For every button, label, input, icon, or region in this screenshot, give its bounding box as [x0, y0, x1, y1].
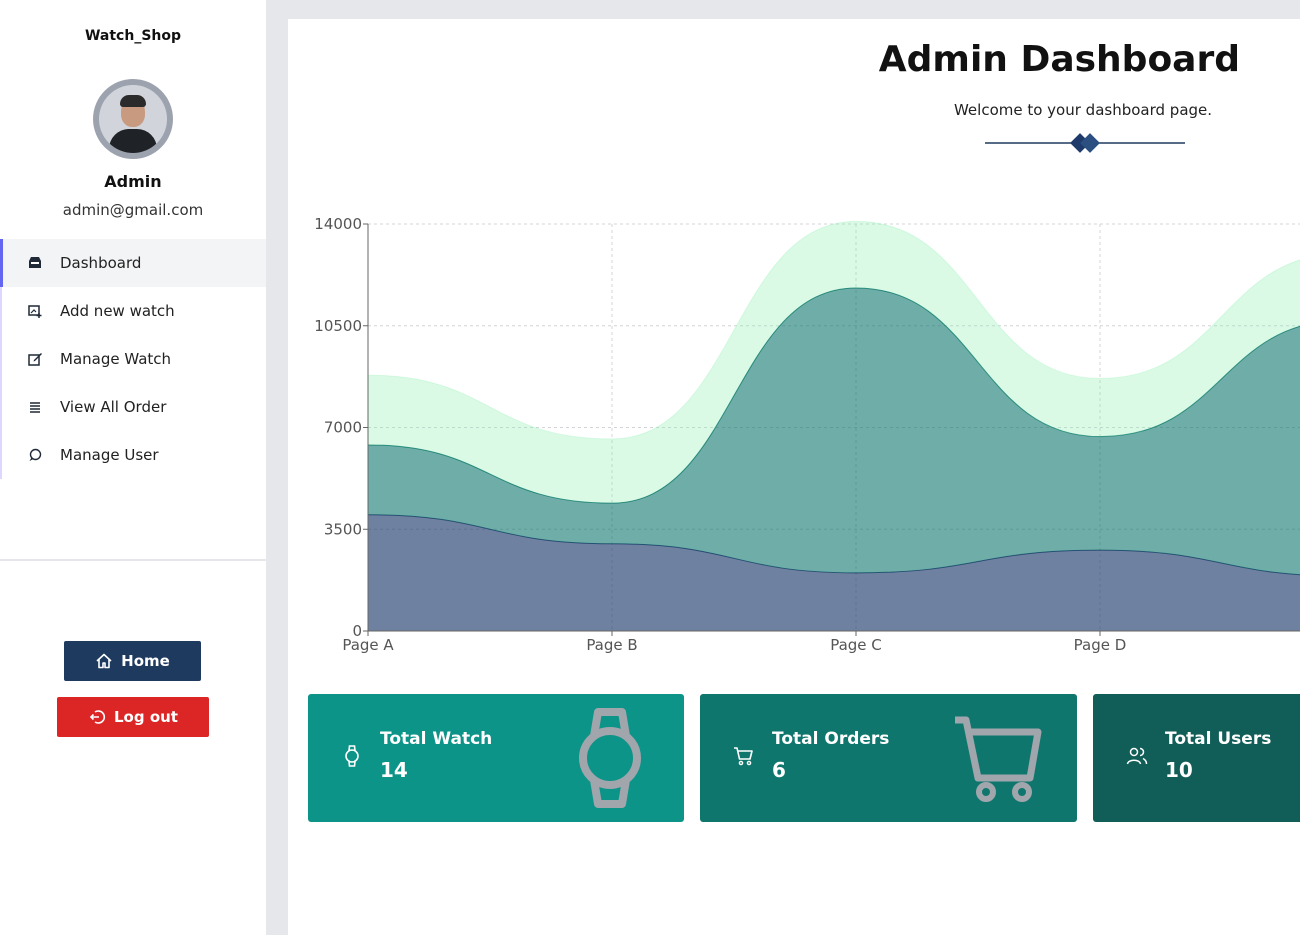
chat-icon [26, 446, 44, 464]
home-icon [96, 653, 112, 669]
sidebar-item-dashboard[interactable]: Dashboard [0, 239, 266, 287]
home-button-label: Home [121, 652, 170, 670]
logout-button-label: Log out [114, 708, 178, 726]
x-tick-label: Page D [1074, 636, 1127, 654]
stat-label: Total Watch [380, 729, 493, 749]
avatar [93, 79, 173, 159]
sidebar-item-label: View All Order [60, 398, 167, 416]
watch-icon [345, 745, 359, 767]
x-tick-label: Page B [586, 636, 637, 654]
sidebar-nav: Dashboard Add new watch Manage Watch Vie… [0, 239, 266, 479]
add-image-icon [26, 302, 44, 320]
sidebar-item-label: Dashboard [60, 254, 142, 272]
x-tick-label: Page A [342, 636, 394, 654]
admin-email: admin@gmail.com [62, 201, 204, 219]
y-tick-label: 10500 [314, 317, 362, 335]
y-tick-label: 14000 [314, 215, 362, 233]
stat-label: Total Orders [772, 729, 890, 749]
sidebar-item-label: Manage Watch [60, 350, 172, 368]
stat-card-total-users[interactable]: Total Users 10 [1093, 694, 1300, 822]
brand-name: Watch_Shop [84, 28, 182, 44]
list-icon [26, 398, 44, 416]
x-tick-label: Page C [830, 636, 882, 654]
sidebar-item-manage-watch[interactable]: Manage Watch [2, 335, 266, 383]
cart-icon [955, 716, 1042, 802]
sidebar-item-label: Add new watch [60, 302, 175, 320]
page-title: Admin Dashboard [878, 39, 1240, 80]
y-tick-label: 7000 [324, 419, 362, 437]
stat-label: Total Users [1165, 729, 1272, 749]
stat-value: 6 [772, 758, 786, 782]
logout-button[interactable]: Log out [57, 697, 209, 737]
main-content: Admin Dashboard Welcome to your dashboar… [288, 19, 1300, 935]
stat-card-total-watch[interactable]: Total Watch 14 [308, 694, 684, 822]
sidebar-divider [0, 559, 266, 561]
stat-value: 10 [1165, 758, 1193, 782]
title-ornament [985, 133, 1185, 153]
sidebar-item-view-all-order[interactable]: View All Order [2, 383, 266, 431]
stat-value: 14 [380, 758, 408, 782]
sidebar-item-label: Manage User [60, 446, 159, 464]
watch-icon [579, 708, 641, 808]
inbox-icon [26, 254, 44, 272]
avatar-photo [99, 85, 167, 153]
sidebar: Watch_Shop Admin admin@gmail.com Dashboa… [0, 0, 266, 935]
home-button[interactable]: Home [64, 641, 201, 681]
page-subtitle: Welcome to your dashboard page. [953, 101, 1213, 119]
cart-icon [734, 747, 753, 766]
admin-name: Admin [104, 172, 162, 191]
stat-card-total-orders[interactable]: Total Orders 6 [700, 694, 1077, 822]
logout-icon [89, 710, 106, 724]
sidebar-item-add-new-watch[interactable]: Add new watch [2, 287, 266, 335]
users-icon [1126, 747, 1148, 765]
y-tick-label: 3500 [324, 520, 362, 538]
edit-icon [26, 350, 44, 368]
area-chart: 0350070001050014000Page A Page B Page C Pag… [314, 215, 1300, 654]
sidebar-item-manage-user[interactable]: Manage User [2, 431, 266, 479]
